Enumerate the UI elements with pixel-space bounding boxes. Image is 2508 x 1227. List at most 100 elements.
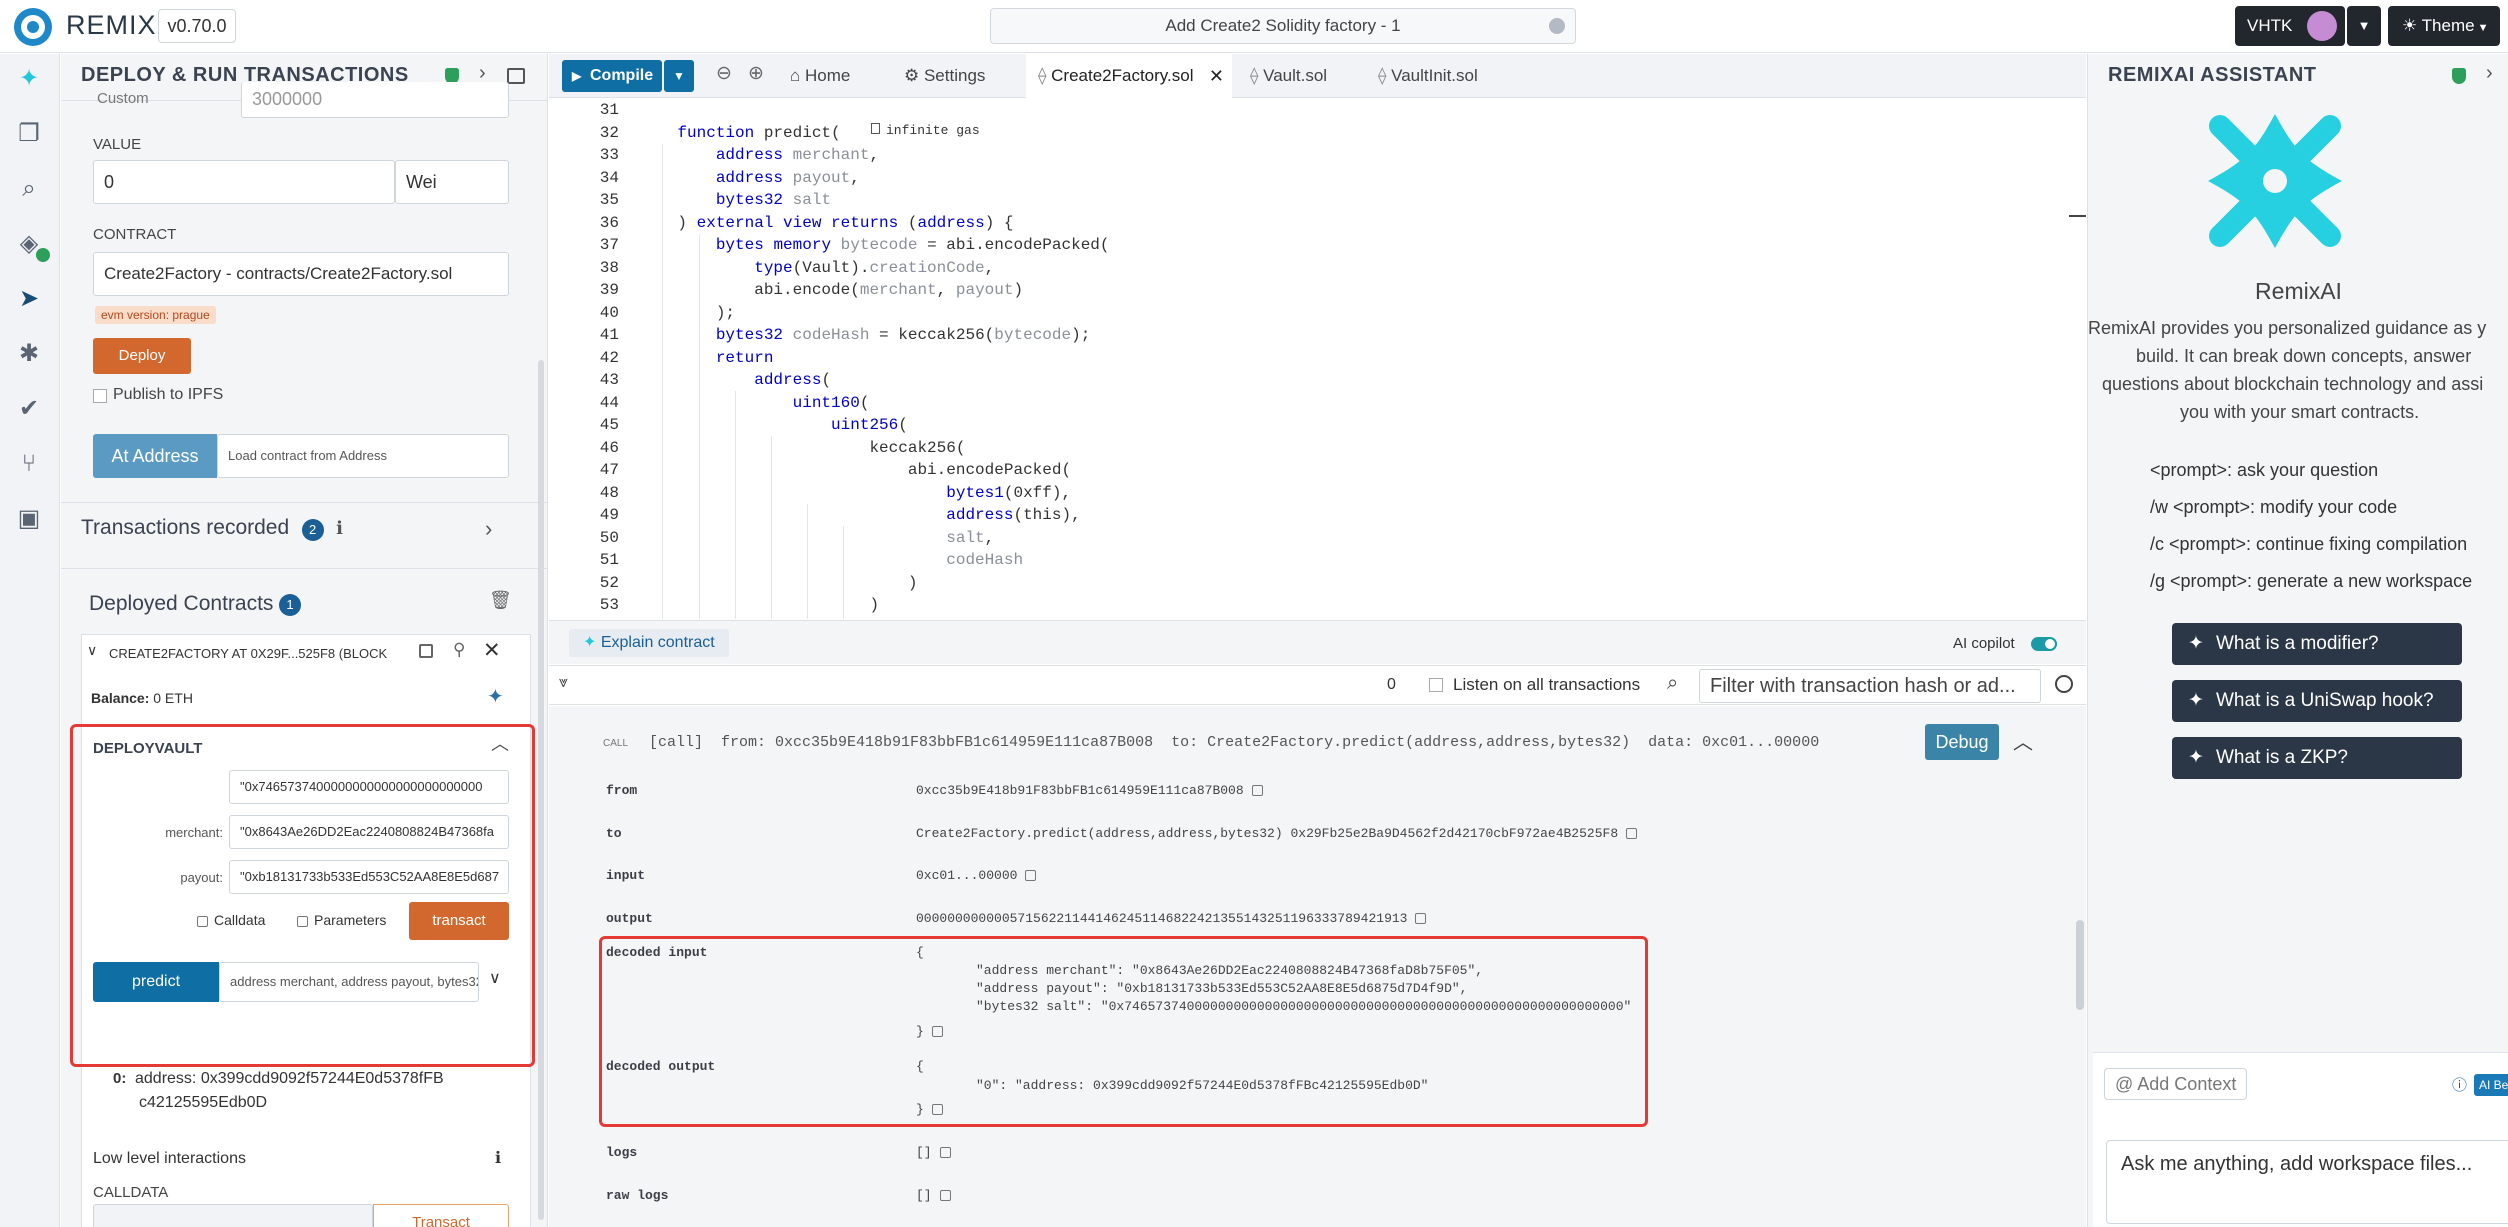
payout-input[interactable]: "0xb18131733b533Ed553C52AA8E8E5d687 [229, 860, 509, 894]
question-button[interactable]: ✦ What is a UniSwap hook? [2172, 680, 2462, 722]
code-line[interactable]: uint160( [639, 394, 870, 412]
code-line[interactable]: function predict( [639, 124, 840, 142]
remixai-logo-icon[interactable]: ✦ [14, 64, 44, 94]
low-level-transact-button[interactable]: Transact [373, 1204, 509, 1227]
code-line[interactable]: address payout, [639, 169, 860, 187]
predict-button[interactable]: predict [93, 962, 219, 1002]
code-line[interactable]: return [639, 349, 774, 367]
sparkle-icon[interactable]: ✦ [487, 684, 504, 709]
tab-create2factory[interactable]: ⟠ Create2Factory.sol ✕ [1026, 54, 1232, 98]
code-editor[interactable]: 31 32 function predict(33 address merchan… [549, 99, 2086, 619]
collapse-icon[interactable]: ︿ [2013, 726, 2033, 755]
copy-icon[interactable] [939, 1190, 951, 1202]
publish-ipfs-checkbox[interactable] [93, 389, 107, 403]
user-dropdown-icon[interactable]: ▼ [2347, 6, 2381, 46]
gas-limit-input[interactable]: 3000000 [241, 82, 509, 118]
code-line[interactable]: salt, [639, 529, 994, 547]
compile-button[interactable]: ▶ Compile [562, 60, 662, 92]
learneth-icon[interactable]: ▣ [14, 504, 44, 534]
deploy-button[interactable]: Deploy [93, 338, 191, 374]
code-line[interactable]: bytes memory bytecode = abi.encodePacked… [639, 236, 1110, 254]
predict-params-input[interactable]: address merchant, address payout, bytes3… [219, 962, 479, 1002]
terminal-scrollbar[interactable] [2076, 920, 2084, 1010]
code-line[interactable]: keccak256( [639, 439, 965, 457]
code-line[interactable]: bytes32 codeHash = keccak256(bytecode); [639, 326, 1090, 344]
copy-icon[interactable] [939, 1147, 951, 1159]
filter-input[interactable]: Filter with transaction hash or ad... [1699, 669, 2041, 703]
code-line[interactable]: address( [639, 371, 831, 389]
code-line[interactable]: bytes32 salt [639, 191, 831, 209]
collapse-icon[interactable]: ︿ [491, 730, 509, 756]
tab-settings[interactable]: ⚙ Settings [892, 54, 997, 98]
code-line[interactable]: ); [639, 304, 735, 322]
zoom-out-icon[interactable]: ⊖ [716, 62, 732, 85]
chevron-down-icon[interactable]: ∨ [489, 968, 501, 988]
at-address-button[interactable]: At Address [93, 434, 217, 478]
debug-button[interactable]: Debug [1925, 724, 1999, 760]
code-line[interactable]: abi.encode(merchant, payout) [639, 281, 1023, 299]
code-line[interactable]: address merchant, [639, 146, 879, 164]
collapse-terminal-icon[interactable]: ⩔ [559, 674, 568, 692]
clear-terminal-icon[interactable] [2055, 675, 2073, 693]
chevron-down-icon[interactable]: ∨ [87, 642, 97, 659]
value-unit-select[interactable]: Wei [395, 160, 509, 204]
question-button[interactable]: ✦ What is a modifier? [2172, 623, 2462, 665]
close-icon[interactable]: ✕ [1209, 54, 1224, 98]
chevron-right-icon[interactable]: › [2486, 62, 2493, 85]
call-summary[interactable]: [call] from: 0xcc35b9E418b91F83bbFB1c614… [649, 734, 1819, 751]
calldata-input[interactable] [93, 1204, 373, 1227]
listen-checkbox[interactable] [1429, 678, 1443, 692]
search-icon[interactable]: ⌕ [14, 174, 44, 204]
tab-vaultinit[interactable]: ⟠ VaultInit.sol [1366, 54, 1490, 98]
panel-layout-icon[interactable] [507, 68, 525, 84]
code-line[interactable]: abi.encodePacked( [639, 461, 1071, 479]
transact-button[interactable]: transact [409, 902, 509, 940]
code-line[interactable]: uint256( [639, 416, 908, 434]
code-line[interactable]: type(Vault).creationCode, [639, 259, 994, 277]
status-toggle-icon[interactable] [1549, 18, 1565, 34]
code-line[interactable]: codeHash [639, 551, 1023, 569]
close-icon[interactable]: ✕ [483, 638, 501, 663]
code-line[interactable]: ) external view returns (address) { [639, 214, 1013, 232]
code-line[interactable]: ) [639, 574, 918, 592]
pin-icon[interactable]: ⚲ [453, 640, 465, 660]
explain-contract-button[interactable]: ✦ Explain contract [569, 629, 729, 657]
calldata-copy-button[interactable]: Calldata [197, 912, 265, 928]
ai-copilot-toggle[interactable] [2031, 637, 2057, 651]
contract-select[interactable]: Create2Factory - contracts/Create2Factor… [93, 252, 509, 296]
copy-icon[interactable] [1415, 913, 1427, 925]
trash-icon[interactable]: 🗑 [489, 590, 512, 611]
left-panel-scrollbar[interactable] [538, 360, 544, 1220]
copy-icon[interactable] [1626, 828, 1638, 840]
copy-icon[interactable] [1025, 870, 1037, 882]
file-explorer-icon[interactable]: ❐ [14, 119, 44, 149]
value-input[interactable]: 0 [93, 160, 395, 204]
copy-icon[interactable] [419, 644, 433, 658]
theme-button[interactable]: ☀ Theme ▼ [2388, 6, 2500, 46]
salt-input[interactable]: "0x7465737400000000000000000000000 [229, 770, 509, 804]
parameters-copy-button[interactable]: Parameters [297, 912, 386, 928]
code-line[interactable]: address(this), [639, 506, 1080, 524]
user-menu-button[interactable]: VHTK [2235, 6, 2345, 46]
at-address-input[interactable]: Load contract from Address [217, 434, 509, 478]
chevron-right-icon[interactable]: › [485, 516, 492, 542]
question-button[interactable]: ✦ What is a ZKP? [2172, 737, 2462, 779]
copy-icon[interactable] [931, 1026, 943, 1038]
add-context-button[interactable]: @ Add Context [2104, 1068, 2248, 1100]
tab-vault[interactable]: ⟠ Vault.sol [1238, 54, 1339, 98]
git-icon[interactable]: ⑂ [14, 449, 44, 479]
code-line[interactable]: bytes1(0xff), [639, 484, 1071, 502]
zoom-in-icon[interactable]: ⊕ [748, 62, 764, 85]
workspace-status[interactable]: Add Create2 Solidity factory - 1 [990, 8, 1576, 44]
deploy-run-icon[interactable]: ➤ [14, 284, 44, 314]
compile-dropdown-icon[interactable]: ▼ [664, 60, 694, 92]
testing-icon[interactable]: ✔ [14, 394, 44, 424]
remix-logo-icon[interactable] [12, 6, 54, 48]
debugger-icon[interactable]: ✱ [14, 339, 44, 369]
tab-home[interactable]: ⌂ Home [778, 54, 862, 98]
search-icon[interactable]: ⌕ [1667, 672, 1678, 695]
merchant-input[interactable]: "0x8643Ae26DD2Eac2240808824B47368fa [229, 815, 509, 849]
copy-icon[interactable] [1251, 785, 1263, 797]
transactions-recorded-header[interactable]: Transactions recorded 2 ℹ › [81, 516, 531, 556]
copy-icon[interactable] [931, 1104, 943, 1116]
